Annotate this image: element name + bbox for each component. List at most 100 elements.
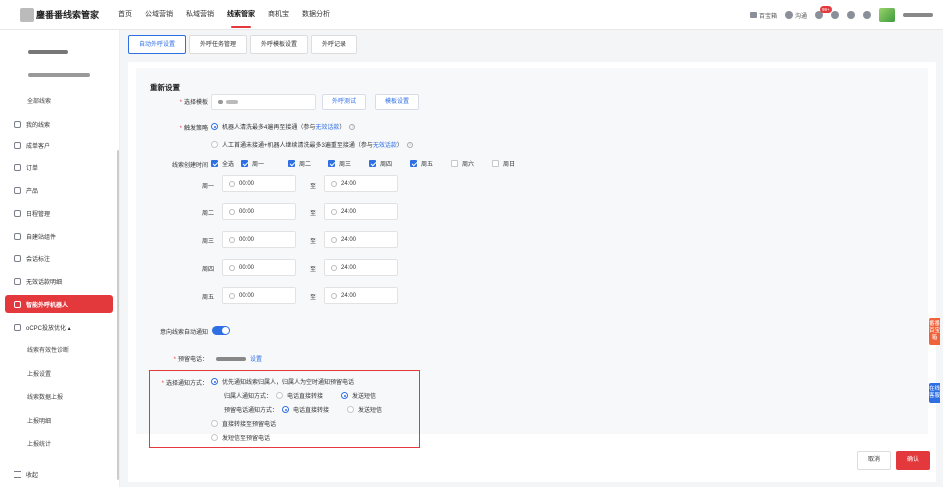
nav-public-marketing[interactable]: 公域营销 [145,0,173,30]
invalid-script-link[interactable]: 无效话款 [373,140,397,149]
owner-radio-sms[interactable] [341,392,349,399]
nav-data-analysis[interactable]: 数据分析 [302,0,330,30]
tab-call-task-management[interactable]: 外呼任务管理 [189,35,248,54]
sidebar-item-site-widget[interactable]: 自建站组件 [0,227,116,245]
end-time-input[interactable]: 24:00 [324,287,398,304]
sidebar-item-schedule[interactable]: 日程管理 [0,204,116,222]
start-time-input[interactable]: 00:00 [222,259,296,276]
weekday-checkbox-tue[interactable]: 周二 [288,159,311,168]
sidebar-collapse-button[interactable]: 收起 [0,465,116,483]
sidebar-item-customers[interactable]: 成单客户 [0,136,116,154]
weekday-checkbox-sun[interactable]: 周日 [492,159,515,168]
checkbox[interactable] [410,160,417,167]
checkbox[interactable] [451,160,458,167]
logo[interactable]: 鏖番番线索管家 [20,7,118,22]
weekday-checkbox-thu[interactable]: 周四 [369,159,392,168]
template-settings-button[interactable]: 模板设置 [375,94,420,110]
clock-icon [229,264,235,271]
nav-opportunity[interactable]: 商机宝 [268,0,289,30]
method-option-sms[interactable]: 发短信至预留电话 [211,433,270,442]
sidebar-item-all-leads[interactable]: 全部线索 [0,91,116,109]
reserved-radio-sms[interactable] [347,406,355,413]
sidebar-item-smart-call-robot[interactable]: 智能外呼机器人 [5,295,113,313]
start-time-input[interactable]: 00:00 [222,231,296,248]
checkbox[interactable] [288,160,295,167]
method-option-owner-first[interactable]: 优先通知线索归属人，归属人为空时通知预留电话 [211,377,354,386]
reserved-radio-call[interactable] [282,406,290,413]
nav-private-marketing[interactable]: 私域营销 [186,0,214,30]
avatar[interactable] [879,8,895,22]
start-time-input[interactable]: 00:00 [222,287,296,304]
chat-icon [784,11,793,19]
sidebar-item-session-tag[interactable]: 会话标注 [0,249,116,267]
method-radio-sms[interactable] [211,434,218,441]
user-circle-icon[interactable] [863,11,871,19]
account-name-redacted[interactable] [903,13,933,17]
weekday-checkbox-fri[interactable]: 周五 [410,159,433,168]
start-time-input[interactable]: 00:00 [222,203,296,220]
method-radio-direct-transfer[interactable] [211,420,218,427]
required-mark: * [161,381,164,387]
sidebar-item-report-stats[interactable]: 上报统计 [0,434,116,452]
method-option-direct-transfer[interactable]: 直接转接至预留电话 [211,419,276,428]
weekday-checkbox-sat[interactable]: 周六 [451,159,474,168]
sidebar-item-lead-data-report[interactable]: 线索数据上报 [0,387,116,405]
weekday-label: 周一 [252,162,265,168]
online-service-float-button[interactable]: 在线客服 [929,383,940,403]
sidebar-item-orders[interactable]: 订单 [0,158,116,176]
sidebar-item-lead-diagnosis[interactable]: 线索有效性诊断 [0,340,116,358]
auto-notify-toggle[interactable] [212,326,230,335]
clock-icon [331,236,337,243]
sidebar-item-products[interactable]: 产品 [0,181,116,199]
sidebar-item-my-leads[interactable]: 我的线索 [0,115,116,133]
help-circle-icon[interactable]: ? [349,123,356,130]
call-test-button[interactable]: 外呼测试 [322,94,367,110]
checkbox[interactable] [328,160,335,167]
checkbox[interactable] [369,160,376,167]
select-all-checkbox[interactable]: 全选 [211,159,234,168]
toolbox-link[interactable]: 百宝箱 [749,11,777,20]
template-select[interactable] [211,94,316,110]
tab-call-records[interactable]: 外呼记录 [311,35,358,54]
sidebar-item-report-settings[interactable]: 上报设置 [0,364,116,382]
sidebar-item-invalid-script[interactable]: 无效话款明细 [0,272,116,290]
tab-call-template-settings[interactable]: 外呼模板设置 [250,35,309,54]
sidebar-scrollbar[interactable] [117,150,119,480]
ocpc-icon [14,323,21,331]
checkbox[interactable] [492,160,499,167]
checkbox[interactable] [211,160,218,167]
checkbox[interactable] [241,160,248,167]
strategy-option-robot[interactable]: 机器人清洗最多4遍再至接通（参与 无效话款）? [211,122,356,131]
strategy-option-tail: ） [396,143,403,149]
sidebar-item-ocpc[interactable]: oCPC投放优化 ▴ [0,318,116,336]
end-time-input[interactable]: 24:00 [324,203,398,220]
pen-icon [14,254,21,262]
cancel-button[interactable]: 取消 [857,451,892,470]
strategy-radio-robot[interactable] [211,123,218,130]
strategy-option-manual[interactable]: 人工首通未接通+机器人继续清洗最多3遍重至接通（参与 无效话款）? [211,140,413,149]
toolbox-float-button[interactable]: 番番百宝箱 [929,318,940,345]
settings-icon[interactable] [847,11,855,19]
weekday-checkbox-wed[interactable]: 周三 [328,159,351,168]
notifications[interactable]: 99+ [815,6,832,19]
method-radio-owner-first[interactable] [211,378,218,385]
end-time-input[interactable]: 24:00 [324,175,398,192]
end-time-input[interactable]: 24:00 [324,259,398,276]
phone-setting-link[interactable]: 设置 [250,354,262,363]
weekday-label: 周五 [421,162,434,168]
nav-lead-manager[interactable]: 线索管家 [227,0,255,30]
talk-link[interactable]: 沟通 [784,11,807,20]
help-icon[interactable] [831,11,839,19]
confirm-button[interactable]: 确认 [896,451,931,470]
start-time-input[interactable]: 00:00 [222,175,296,192]
strategy-radio-manual[interactable] [211,141,218,148]
owner-radio-call[interactable] [276,392,284,399]
end-time-input[interactable]: 24:00 [324,231,398,248]
sidebar-item-report-detail[interactable]: 上报明细 [0,411,116,429]
template-label: * 选择模板 [156,97,208,106]
help-circle-icon[interactable]: ? [406,141,413,148]
invalid-script-link[interactable]: 无效话款 [315,122,339,131]
tab-auto-call-settings[interactable]: 自动外呼设置 [128,35,187,54]
weekday-checkbox-mon[interactable]: 周一 [241,159,264,168]
nav-home[interactable]: 首页 [118,0,132,30]
